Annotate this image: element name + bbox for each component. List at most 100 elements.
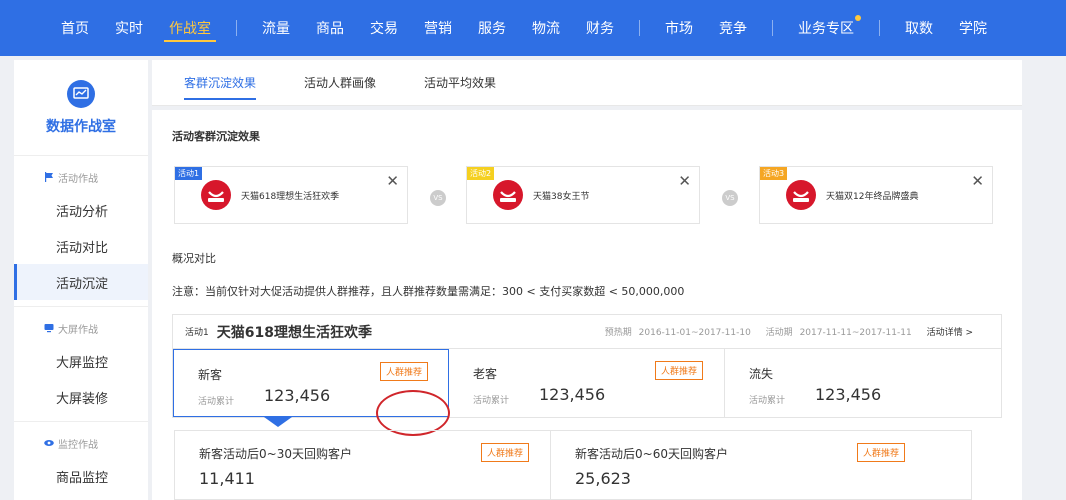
main-panel: 客群沉淀效果 活动人群画像 活动平均效果 活动客群沉淀效果 活动1 天猫618理想生活… [152,60,1022,500]
repurchase-value: 11,411 [199,469,255,488]
nav-item[interactable]: 商品 [303,0,357,56]
cell-label: 老客 [473,367,498,381]
activity-name: 天猫618理想生活狂欢季 [241,192,340,202]
nav-item[interactable]: 取数 [892,0,946,56]
nav-item[interactable]: 流量 [249,0,303,56]
nav-item[interactable]: 财务 [573,0,627,56]
sidebar-item-label: 活动沉淀 [56,276,109,292]
sidebar-item[interactable]: 大屏装修 [14,379,148,415]
notification-dot [855,15,861,21]
sidebar-item[interactable]: 活动对比 [14,228,148,264]
sidebar-item[interactable]: 商品监控 [14,458,148,494]
cell-value: 123,456 [539,385,606,404]
crowd-recommend-button[interactable]: 人群推荐 [655,361,704,380]
nav-item-label: 实时 [115,21,143,37]
nav-item[interactable]: 业务专区 [785,0,867,56]
sidebar-group-label: 活动作战 [58,173,98,185]
selected-pointer [264,417,292,427]
crowd-recommend-button[interactable]: 人群推荐 [481,443,530,462]
crowd-recommend-button[interactable]: 人群推荐 [857,443,906,462]
sidebar-item[interactable]: 活动沉淀 [14,264,148,300]
comparison-cell[interactable]: 老客活动累计 123,456 人群推荐 [449,349,725,417]
nav-item-label: 商品 [316,21,344,37]
cell-label: 流失 [749,367,774,381]
repurchase-value: 25,623 [575,469,631,488]
content-area: 活动客群沉淀效果 活动1 天猫618理想生活狂欢季 ✕ 活动2 天猫38女王节 ✕ 活动3 天… [152,110,1022,500]
repurchase-card: 新客活动后0~60天回购客户 25,623 人群推荐 [551,431,927,499]
repurchase-label: 新客活动后0~30天回购客户 [199,447,352,461]
sidebar-group-header: 监控作战 [14,428,148,458]
activity-card[interactable]: 活动3 天猫双12年终品牌盛典 ✕ [759,166,993,224]
nav-item[interactable]: 实时 [102,0,156,56]
nav-item[interactable]: 学院 [946,0,1000,56]
cell-sub-label: 活动累计 [473,396,510,406]
comparison-cells: 新客 活动累计 123,456 人群推荐 老客 活动累计 123,456 人群推荐 流失 活动累计… [173,349,1001,417]
top-nav: 首页 实时 作战室 流量 商品 交易 营销 服务 物流 财务 市场 竞争 业务专区 取数 学院 [0,0,1066,56]
cell-sub-label: 活动累计 [749,396,786,406]
nav-item-label: 流量 [262,21,290,37]
tab[interactable]: 活动平均效果 [400,60,520,106]
nav-item[interactable]: 作战室 [156,0,224,56]
sidebar-group-label: 大屏作战 [58,324,98,336]
sidebar-group-header: 大屏作战 [14,313,148,343]
nav-item-label: 取数 [905,21,933,37]
nav-item[interactable]: 物流 [519,0,573,56]
close-icon[interactable]: ✕ [386,172,399,190]
nav-item[interactable]: 市场 [652,0,706,56]
nav-item[interactable]: 竞争 [706,0,760,56]
tmall-logo-icon [493,180,523,210]
sidebar-brand: 数据作战室 [14,60,148,156]
sidebar-item-label: 商品监控 [56,470,109,486]
sidebar: 数据作战室 活动作战活动分析 活动对比活动沉淀大屏作战大屏监控大屏装修监控作战商品… [14,60,148,500]
sidebar-item-label: 大屏装修 [56,391,109,407]
tab[interactable]: 客群沉淀效果 [160,60,280,106]
nav-item[interactable]: 服务 [465,0,519,56]
nav-separator [639,20,640,36]
activity-card[interactable]: 活动2 天猫38女王节 ✕ [466,166,700,224]
nav-item-label: 物流 [532,21,560,37]
nav-item-label: 服务 [478,21,506,37]
close-icon[interactable]: ✕ [678,172,691,190]
tab-label: 活动人群画像 [304,76,377,90]
tmall-logo-icon [786,180,816,210]
comparison-activity-name: 天猫618理想生活狂欢季 [216,324,372,341]
tab-label: 客群沉淀效果 [184,76,257,90]
activity-card[interactable]: 活动1 天猫618理想生活狂欢季 ✕ [174,166,408,224]
nav-item-label: 竞争 [719,21,747,37]
activity-detail-link[interactable]: 活动详情 > [927,328,973,338]
sidebar-item[interactable]: 大屏监控 [14,343,148,379]
eye-icon [44,438,54,448]
tab[interactable]: 活动人群画像 [280,60,400,106]
cell-value: 123,456 [264,386,331,405]
sidebar-group-header: 活动作战 [14,162,148,192]
sidebar-group-label: 监控作战 [58,439,98,451]
preheat-range: 2016-11-01~2017-11-10 [638,328,751,338]
notice-text: 注意：当前仅针对大促活动提供人群推荐，且人群推荐数量需满足：300 < 支付买家… [172,285,685,298]
nav-item-label: 市场 [665,21,693,37]
nav-item[interactable]: 首页 [48,0,102,56]
close-icon[interactable]: ✕ [971,172,984,190]
nav-item[interactable]: 交易 [357,0,411,56]
overview-title: 概况对比 [172,252,216,265]
sidebar-title: 数据作战室 [46,118,116,135]
comparison-panel: 活动1 天猫618理想生活狂欢季 预热期 2016-11-01~2017-11-… [172,314,1002,418]
comparison-cell[interactable]: 新客 活动累计 123,456 人群推荐 [173,349,449,417]
nav-separator [772,20,773,36]
sidebar-divider [14,306,148,307]
comparison-cell[interactable]: 流失 活动累计 123,456 [725,349,1001,417]
nav-item-label: 营销 [424,21,452,37]
active-label: 活动期 [765,328,793,338]
activity-tag: 活动1 [175,167,203,180]
sidebar-item[interactable]: 活动分析 [14,192,148,228]
cell-sub-label: 活动累计 [198,397,235,407]
nav-item-label: 交易 [370,21,398,37]
nav-item-label: 首页 [61,21,89,37]
vs-badge: VS [722,190,738,206]
activities-title: 活动客群沉淀效果 [172,130,260,143]
sub-cards: 新客活动后0~30天回购客户 11,411 人群推荐 新客活动后0~60天回购客户 25… [174,430,972,500]
nav-item[interactable]: 营销 [411,0,465,56]
nav-item-label: 学院 [959,21,987,37]
crowd-recommend-button[interactable]: 人群推荐 [380,362,429,381]
tmall-logo-icon [201,180,231,210]
sidebar-divider [14,421,148,422]
